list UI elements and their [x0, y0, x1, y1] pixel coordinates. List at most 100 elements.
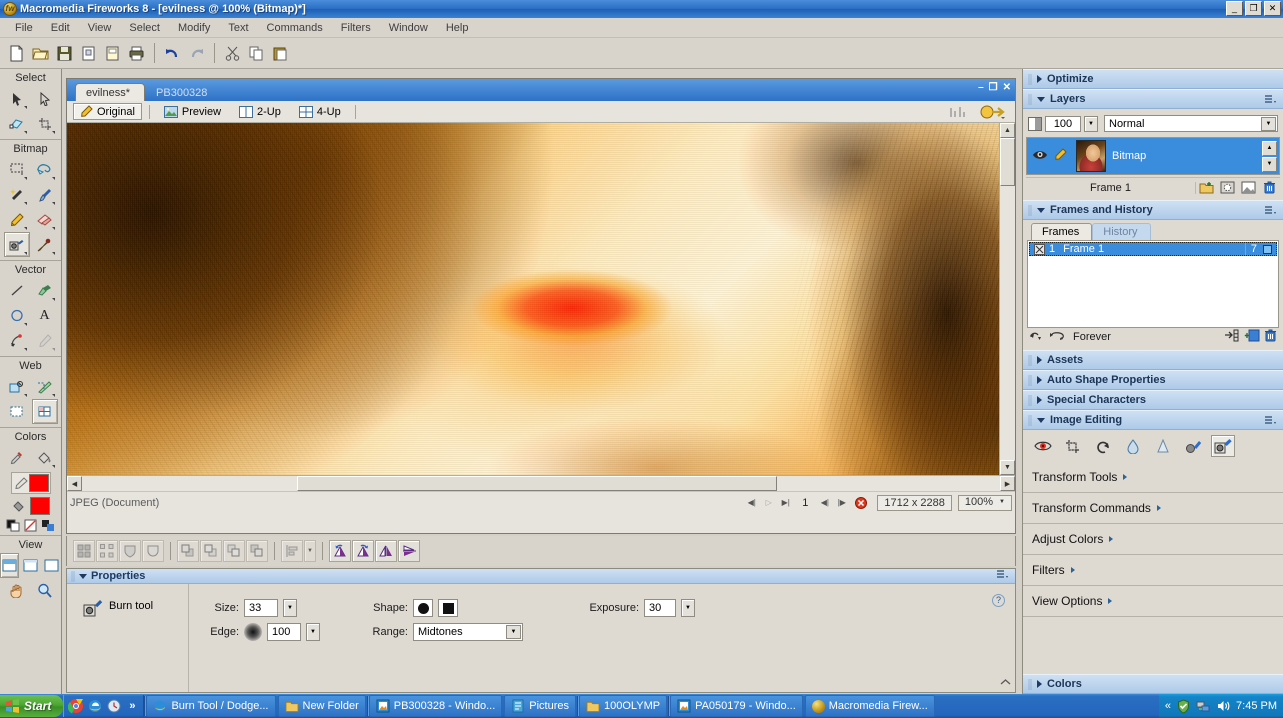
- shape-round-button[interactable]: [413, 599, 433, 617]
- cut-icon[interactable]: [221, 42, 244, 65]
- panel-header-auto-shape-properties[interactable]: Auto Shape Properties: [1023, 370, 1283, 390]
- taskbar-item-new-folder[interactable]: New Folder: [277, 695, 366, 717]
- tab-history[interactable]: History: [1092, 223, 1151, 240]
- text-tool[interactable]: A: [32, 303, 58, 328]
- marquee-tool[interactable]: [4, 157, 30, 182]
- properties-options-menu-icon[interactable]: [996, 569, 1009, 583]
- rectangle-hotspot-tool[interactable]: [4, 374, 30, 399]
- taskbar-item-pa050179[interactable]: PA050179 - Windo...: [670, 695, 803, 717]
- burn-icon[interactable]: [1211, 435, 1235, 457]
- send-to-back-icon[interactable]: [246, 540, 268, 562]
- bring-forward-icon[interactable]: [200, 540, 222, 562]
- taskbar-item-pictures[interactable]: Pictures: [504, 695, 577, 717]
- taskbar-clock[interactable]: 7:45 PM: [1236, 700, 1277, 712]
- optimize-expand-caret-icon[interactable]: [1037, 75, 1042, 83]
- menu-row-transform-commands[interactable]: Transform Commands: [1023, 493, 1283, 524]
- loop-icon[interactable]: [1049, 329, 1066, 345]
- horizontal-scroll-thumb[interactable]: [297, 476, 777, 491]
- view-button-2up[interactable]: 2-Up: [232, 104, 288, 120]
- canvas-area[interactable]: ▲ ▼: [67, 123, 1015, 475]
- lasso-tool[interactable]: [32, 157, 58, 182]
- pencil-tool[interactable]: [4, 207, 30, 232]
- panel-header-assets[interactable]: Assets: [1023, 350, 1283, 370]
- new-frame-icon[interactable]: [1244, 329, 1260, 345]
- assets-expand-caret-icon[interactable]: [1037, 356, 1042, 364]
- minimize-button[interactable]: _: [1226, 1, 1243, 16]
- chrome-icon[interactable]: [68, 698, 84, 714]
- exposure-dropdown-arrow-icon[interactable]: ▼: [681, 599, 695, 617]
- vector-path-tool[interactable]: [32, 278, 58, 303]
- security-icon[interactable]: [1176, 698, 1191, 714]
- brush-tool[interactable]: [32, 182, 58, 207]
- layer-scroll-up-icon[interactable]: ▲: [1262, 140, 1277, 156]
- range-dropdown-arrow-icon[interactable]: ▼: [506, 625, 521, 639]
- export-icon[interactable]: [101, 42, 124, 65]
- loop-label[interactable]: Forever: [1070, 331, 1111, 343]
- eraser-tool[interactable]: [32, 207, 58, 232]
- image-canvas[interactable]: [67, 123, 999, 475]
- frame-row-1[interactable]: 1 Frame 1 7: [1029, 242, 1277, 256]
- panel-header-special-characters[interactable]: Special Characters: [1023, 390, 1283, 410]
- compare-views-icon[interactable]: [947, 104, 969, 120]
- layer-visibility-eye-icon[interactable]: [1027, 149, 1052, 163]
- start-button[interactable]: Start: [0, 695, 64, 717]
- join-icon[interactable]: [119, 540, 141, 562]
- align-dropdown-arrow-icon[interactable]: ▼: [304, 540, 316, 562]
- zoom-level-field[interactable]: 100% ▼: [957, 494, 1012, 511]
- menu-select[interactable]: Select: [120, 20, 169, 36]
- frames-list[interactable]: 1 Frame 1 7: [1027, 240, 1279, 328]
- view-button-preview[interactable]: Preview: [157, 104, 228, 120]
- red-eye-removal-icon[interactable]: [1031, 435, 1055, 457]
- layer-lock-pencil-icon[interactable]: [1052, 148, 1072, 164]
- frames-history-collapse-caret-icon[interactable]: [1037, 207, 1045, 213]
- document-close-button[interactable]: ✕: [1003, 82, 1011, 94]
- properties-expand-caret-icon[interactable]: [1000, 678, 1011, 690]
- internet-explorer-icon[interactable]: [87, 698, 103, 714]
- import-icon[interactable]: [77, 42, 100, 65]
- network-icon[interactable]: [1196, 699, 1211, 714]
- send-backward-icon[interactable]: [223, 540, 245, 562]
- size-dropdown-arrow-icon[interactable]: ▼: [283, 599, 297, 617]
- flip-horizontal-icon[interactable]: [375, 540, 397, 562]
- align-icon[interactable]: [281, 540, 303, 562]
- auto-shape-expand-caret-icon[interactable]: [1037, 376, 1042, 384]
- step-back-button[interactable]: ◀|: [817, 495, 832, 510]
- subselection-tool[interactable]: [32, 86, 58, 111]
- show-slices-tool[interactable]: [31, 399, 58, 424]
- redo-icon[interactable]: [185, 42, 208, 65]
- range-select[interactable]: Midtones ▼: [413, 623, 523, 641]
- size-input[interactable]: 33: [244, 599, 278, 617]
- hand-tool[interactable]: [4, 578, 30, 603]
- next-frame-button[interactable]: ▶|: [778, 495, 793, 510]
- previous-frame-button[interactable]: ▷: [761, 495, 776, 510]
- frames-history-options-menu-icon[interactable]: [1264, 205, 1277, 216]
- special-characters-expand-caret-icon[interactable]: [1037, 396, 1042, 404]
- flip-vertical-icon[interactable]: [398, 540, 420, 562]
- panel-header-frames-history[interactable]: Frames and History: [1023, 200, 1283, 220]
- no-stroke-or-fill-icon[interactable]: [24, 519, 37, 532]
- properties-collapse-caret-icon[interactable]: [79, 573, 87, 579]
- layer-opacity-toggle-icon[interactable]: [1028, 116, 1042, 131]
- scroll-up-arrow-icon[interactable]: ▲: [1000, 123, 1015, 138]
- menu-text[interactable]: Text: [219, 20, 257, 36]
- new-icon[interactable]: [5, 42, 28, 65]
- stroke-color-control[interactable]: [10, 472, 51, 494]
- full-screen-mode[interactable]: [42, 553, 61, 578]
- colors-expand-caret-icon[interactable]: [1037, 680, 1042, 688]
- menu-row-adjust-colors[interactable]: Adjust Colors: [1023, 524, 1283, 555]
- frame-onion-toggle-icon[interactable]: [1263, 244, 1272, 254]
- crop-icon[interactable]: [1061, 435, 1085, 457]
- canvas-horizontal-scrollbar[interactable]: ◀ ▶: [67, 475, 1015, 491]
- first-frame-button[interactable]: ◀|: [744, 495, 759, 510]
- group-icon[interactable]: [73, 540, 95, 562]
- new-layer-folder-icon[interactable]: [1196, 179, 1217, 197]
- panel-header-optimize[interactable]: Optimize: [1023, 69, 1283, 89]
- layer-opacity-dropdown-arrow-icon[interactable]: ▼: [1084, 115, 1098, 132]
- help-icon[interactable]: ?: [992, 594, 1005, 607]
- menu-commands[interactable]: Commands: [258, 20, 332, 36]
- onion-skinning-icon[interactable]: [1029, 329, 1045, 345]
- line-tool[interactable]: [4, 278, 30, 303]
- delete-frame-icon[interactable]: [1264, 329, 1277, 345]
- pen-tool[interactable]: [4, 328, 30, 353]
- menu-window[interactable]: Window: [380, 20, 437, 36]
